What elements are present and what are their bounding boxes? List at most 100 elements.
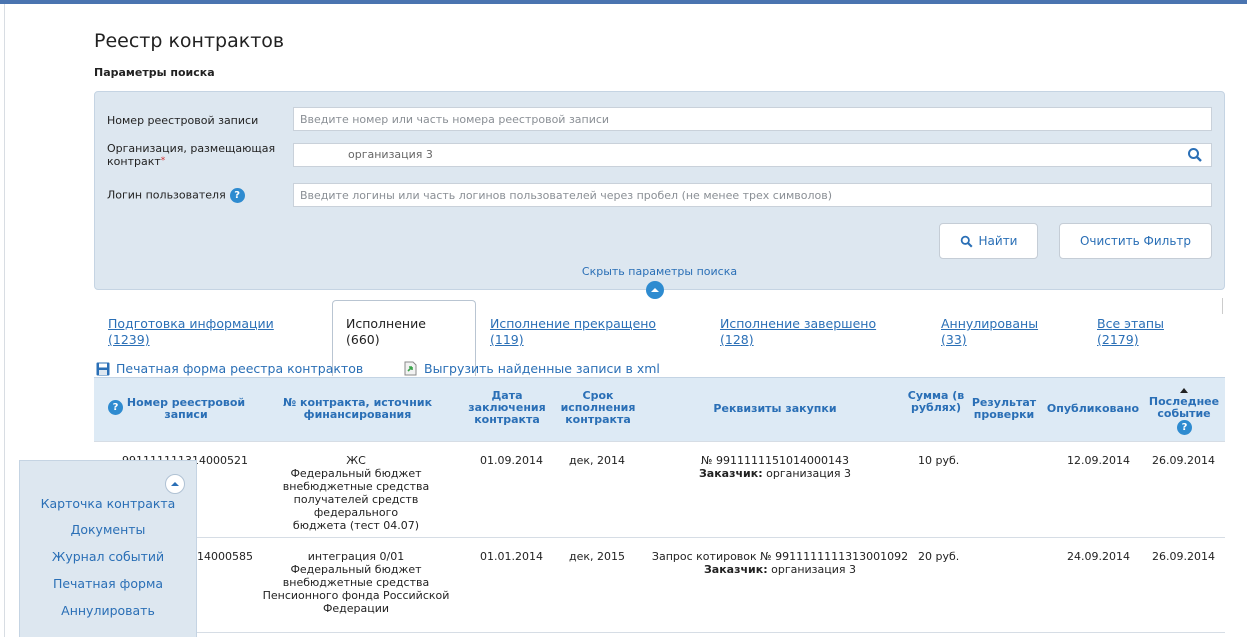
cell-contract: интеграция 0/01 Федеральный бюджет внебю…: [256, 550, 456, 615]
customer: Заказчик: организация 3: [645, 467, 905, 480]
export-xml-link[interactable]: Выгрузить найденные записи в xml: [403, 361, 660, 376]
sort-asc-icon: [1180, 388, 1188, 393]
login-label-text: Логин пользователя: [107, 188, 226, 202]
tab-label: Исполнение завершено: [720, 316, 877, 331]
save-icon: [96, 362, 110, 376]
org-value: организация 3: [348, 148, 433, 161]
export-xml-label: Выгрузить найденные записи в xml: [424, 361, 660, 376]
customer: Заказчик: организация 3: [645, 563, 915, 576]
search-icon[interactable]: [1187, 147, 1203, 163]
col-contract-no[interactable]: № контракта, источник финансирования: [270, 397, 445, 421]
required-mark: *: [160, 156, 166, 166]
cell-published: 12.09.2014: [1067, 454, 1130, 467]
col-execution-term[interactable]: Срок исполнения контракта: [556, 390, 640, 426]
customer-value: организация 3: [766, 467, 852, 480]
tab-label: Исполнение: [346, 316, 426, 331]
export-icon: [404, 361, 417, 376]
contract-line: получателей средств федерального: [293, 493, 419, 519]
page-title: Реестр контрактов: [94, 30, 285, 52]
find-button[interactable]: Найти: [939, 223, 1038, 259]
cell-conclusion-date: 01.09.2014: [480, 454, 543, 467]
search-panel: Номер реестровой записи Организация, раз…: [94, 91, 1225, 299]
tab-count: (128): [720, 332, 754, 347]
menu-print-form[interactable]: Печатная форма: [20, 576, 196, 591]
search-params-caption: Параметры поиска: [94, 66, 215, 79]
org-label-text: Организация, размещающая контракт: [107, 142, 276, 168]
print-registry-label: Печатная форма реестра контрактов: [116, 361, 364, 376]
left-edge: [4, 4, 5, 637]
registry-number-label: Номер реестровой записи: [107, 114, 259, 127]
col-procurement[interactable]: Реквизиты закупки: [700, 403, 850, 415]
cell-registry-number[interactable]: 14000585: [197, 550, 253, 563]
registry-number-input[interactable]: [293, 107, 1212, 131]
contract-line: Федеральный бюджет: [290, 467, 422, 480]
org-label: Организация, размещающая контракт*: [107, 142, 287, 168]
tab-label: Аннулированы: [941, 316, 1039, 331]
cell-published: 24.09.2014: [1067, 550, 1130, 563]
menu-contract-card[interactable]: Карточка контракта: [20, 496, 196, 511]
cell-execution-term: дек, 2015: [569, 550, 626, 563]
row-divider: [94, 441, 1225, 442]
col-check-result[interactable]: Результат проверки: [966, 397, 1042, 421]
search-icon: [960, 235, 973, 248]
tab-execution-terminated[interactable]: Исполнение прекращено (119): [490, 316, 656, 348]
tab-preparation[interactable]: Подготовка информации (1239): [108, 316, 274, 348]
col-published[interactable]: Опубликовано: [1042, 403, 1144, 415]
tab-count: (119): [490, 332, 524, 347]
cell-last-event: 26.09.2014: [1152, 550, 1215, 563]
row-divider: [94, 632, 1225, 633]
top-bar: [0, 0, 1247, 4]
contract-line: бюджета (тест 04.07): [292, 519, 420, 532]
row-divider: [94, 537, 1225, 538]
contract-line: внебюджетные средства: [282, 576, 430, 589]
cell-amount: 20 руб.: [918, 550, 960, 563]
cell-procurement: № 9911111151014000143 Заказчик: организа…: [645, 454, 905, 480]
customer-label: Заказчик:: [703, 563, 768, 576]
menu-documents[interactable]: Документы: [20, 522, 196, 537]
tab-label: Подготовка информации: [108, 316, 274, 331]
org-input[interactable]: организация 3: [293, 143, 1212, 167]
menu-event-log[interactable]: Журнал событий: [20, 549, 196, 564]
customer-value: организация 3: [771, 563, 857, 576]
customer-label: Заказчик:: [698, 467, 763, 480]
tab-execution-completed[interactable]: Исполнение завершено (128): [720, 316, 876, 348]
procurement-number: Запрос котировок № 9911111111313001092: [651, 550, 909, 563]
login-label: Логин пользователя?: [107, 188, 245, 203]
find-button-label: Найти: [978, 234, 1018, 248]
print-registry-link[interactable]: Печатная форма реестра контрактов: [96, 361, 363, 376]
login-input[interactable]: [293, 183, 1212, 207]
collapse-menu-icon[interactable]: [165, 474, 185, 494]
cell-execution-term: дек, 2014: [569, 454, 626, 467]
col-registry-number[interactable]: Номер реестровой записи: [126, 397, 246, 421]
clear-filter-button[interactable]: Очистить Фильтр: [1059, 223, 1212, 259]
cell-last-event: 26.09.2014: [1152, 454, 1215, 467]
contract-line: интеграция 0/01: [307, 550, 405, 563]
help-icon[interactable]: ?: [229, 188, 245, 203]
help-icon[interactable]: ?: [108, 400, 123, 415]
tab-annulled[interactable]: Аннулированы (33): [941, 316, 1038, 348]
col-conclusion-date[interactable]: Дата заключения контракта: [464, 390, 550, 426]
tab-count: (1239): [108, 332, 150, 347]
procurement-number: № 9911111151014000143: [701, 454, 849, 467]
menu-annul[interactable]: Аннулировать: [20, 603, 196, 618]
cell-conclusion-date: 01.01.2014: [480, 550, 543, 563]
tab-divider: [1222, 298, 1223, 314]
contract-line: Федерации: [322, 602, 390, 615]
cell-procurement: Запрос котировок № 9911111111313001092 З…: [645, 550, 915, 576]
contract-line: внебюджетные средства: [282, 480, 430, 493]
tab-count: (660): [346, 332, 380, 347]
help-icon[interactable]: ?: [1177, 420, 1192, 435]
tab-all-stages[interactable]: Все этапы (2179): [1097, 316, 1164, 348]
contract-line: Пенсионного фонда Российской: [262, 589, 450, 602]
tab-label: Исполнение прекращено: [490, 316, 657, 331]
col-amount[interactable]: Сумма (в рублях): [906, 390, 966, 414]
collapse-icon[interactable]: [646, 281, 664, 299]
tab-count: (2179): [1097, 332, 1139, 347]
cell-contract: ЖС Федеральный бюджет внебюджетные средс…: [256, 454, 456, 532]
hide-params-link[interactable]: Скрыть параметры поиска: [95, 265, 1224, 278]
tab-count: (33): [941, 332, 967, 347]
tab-label: Все этапы: [1097, 316, 1164, 331]
contract-line: Федеральный бюджет: [290, 563, 422, 576]
cell-amount: 10 руб.: [918, 454, 960, 467]
col-last-event[interactable]: Последнее событие: [1144, 396, 1224, 420]
